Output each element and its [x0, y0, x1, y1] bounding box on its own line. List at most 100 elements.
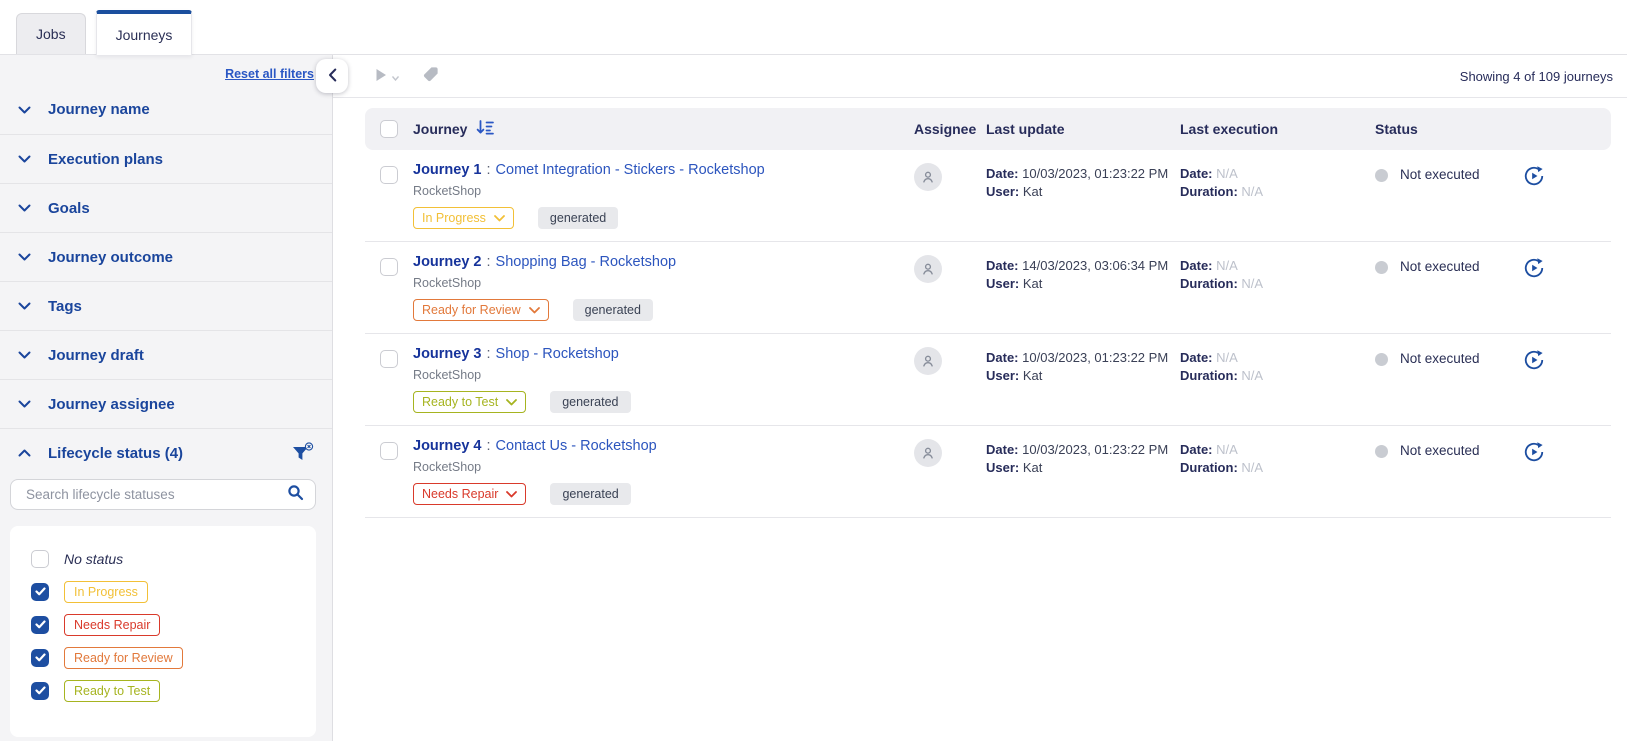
duration-label: Duration: — [1180, 368, 1238, 383]
sidebar-top: Reset all filters — [0, 55, 332, 85]
filter-section-label: Journey name — [48, 101, 150, 118]
journeys-main: Showing 4 of 109 journeys Journey Assign… — [316, 55, 1627, 741]
execution-duration: N/A — [1241, 368, 1264, 383]
user-label: User: — [986, 276, 1020, 291]
column-header-journey[interactable]: Journey — [413, 121, 467, 137]
status-checkbox-in-progress[interactable] — [31, 582, 49, 601]
column-header-last-update: Last update — [986, 121, 1065, 137]
journey-title: Comet Integration - Stickers - Rocketsho… — [495, 162, 765, 178]
tab-bar: Jobs Journeys — [0, 0, 1627, 55]
duration-label: Duration: — [1180, 184, 1238, 199]
search-input[interactable] — [24, 486, 279, 503]
sidebar-item-lifecycle-status[interactable]: Lifecycle status (4) — [0, 428, 332, 477]
status-checkbox-no-status[interactable] — [31, 549, 49, 568]
run-journey-button[interactable] — [1523, 441, 1545, 463]
chevron-up-icon — [18, 449, 31, 457]
status-dot-icon — [1375, 261, 1388, 274]
row-checkbox[interactable] — [380, 350, 398, 368]
status-badge[interactable]: In Progress — [64, 580, 148, 603]
sidebar-item-journey-name[interactable]: Journey name — [0, 85, 332, 134]
collapse-sidebar-button[interactable] — [316, 59, 348, 93]
filter-section-label: Journey outcome — [48, 248, 174, 266]
lifecycle-status-label: Needs Repair — [422, 487, 499, 501]
select-all-checkbox[interactable] — [380, 120, 398, 138]
status-badge[interactable]: Needs Repair — [64, 613, 161, 636]
sidebar-item-journey-draft[interactable]: Journey draft — [0, 330, 332, 379]
update-date: 10/03/2023, 01:23:22 PM — [1022, 442, 1169, 457]
list-item: No status — [10, 542, 316, 575]
duration-label: Duration: — [1180, 460, 1238, 475]
status-dot-icon — [1375, 353, 1388, 366]
sidebar-item-execution-plans[interactable]: Execution plans — [0, 134, 332, 183]
execution-date: N/A — [1216, 258, 1238, 273]
run-journey-button[interactable] — [1523, 349, 1545, 371]
status-badge[interactable]: Ready for Review — [64, 646, 183, 669]
status-label[interactable]: No status — [64, 551, 123, 567]
funnel-clear-icon[interactable] — [291, 442, 314, 464]
list-item: In Progress — [10, 575, 316, 608]
column-header-assignee: Assignee — [914, 121, 977, 137]
sidebar-item-goals[interactable]: Goals — [0, 183, 332, 232]
status-checkbox-needs-repair[interactable] — [31, 615, 49, 634]
sidebar-item-journey-outcome[interactable]: Journey outcome — [0, 232, 332, 281]
execution-duration: N/A — [1241, 184, 1264, 199]
run-selected-button[interactable] — [373, 67, 400, 86]
status-text: Not executed — [1400, 167, 1480, 182]
tag-selected-button[interactable] — [421, 65, 440, 87]
journey-link[interactable]: Journey 1: Comet Integration - Stickers -… — [413, 162, 765, 178]
journey-name: Journey 2 — [413, 254, 482, 270]
chevron-down-icon — [506, 490, 518, 497]
run-journey-button[interactable] — [1523, 257, 1545, 279]
status-text: Not executed — [1400, 351, 1480, 366]
journey-link[interactable]: Journey 4: Contact Us - Rocketshop — [413, 438, 657, 454]
journey-name: Journey 1 — [413, 162, 482, 178]
status-badge[interactable]: Ready to Test — [64, 679, 161, 702]
run-journey-button[interactable] — [1523, 165, 1545, 187]
row-checkbox[interactable] — [380, 166, 398, 184]
table-row: Journey 2: Shopping Bag - Rocketshop Rock… — [365, 242, 1611, 334]
status-dot-icon — [1375, 445, 1388, 458]
filter-section-label: Goals — [48, 199, 90, 217]
sidebar-item-tags[interactable]: Tags — [0, 281, 332, 330]
lifecycle-status-dropdown[interactable]: Ready to Test — [413, 391, 527, 413]
sort-descending-icon[interactable] — [476, 120, 495, 138]
date-label: Date: — [986, 258, 1019, 273]
update-user: Kat — [1022, 368, 1043, 383]
tab-jobs[interactable]: Jobs — [16, 13, 86, 54]
lifecycle-status-dropdown[interactable]: In Progress — [413, 207, 514, 229]
chevron-down-icon — [18, 400, 31, 408]
status-text: Not executed — [1400, 259, 1480, 274]
journey-subtitle: RocketShop — [413, 184, 482, 198]
tab-journeys[interactable]: Journeys — [95, 10, 193, 55]
status-cell: Not executed — [1375, 242, 1515, 274]
sidebar-item-journey-assignee[interactable]: Journey assignee — [0, 379, 332, 428]
duration-label: Duration: — [1180, 276, 1238, 291]
journey-link[interactable]: Journey 2: Shopping Bag - Rocketshop — [413, 254, 676, 270]
execution-date: N/A — [1216, 442, 1238, 457]
filter-section-label: Journey assignee — [48, 395, 175, 413]
execution-date: N/A — [1216, 166, 1238, 181]
status-checkbox-ready-to-test[interactable] — [31, 681, 49, 700]
status-cell: Not executed — [1375, 334, 1515, 366]
row-checkbox[interactable] — [380, 258, 398, 276]
chevron-down-icon — [18, 204, 31, 212]
reset-all-filters-link[interactable]: Reset all filters — [225, 67, 314, 81]
search-icon — [287, 484, 304, 506]
last-update-cell: Date: 10/03/2023, 01:23:22 PM User: Kat — [986, 334, 1180, 385]
column-header-last-execution: Last execution — [1180, 121, 1279, 137]
avatar — [914, 439, 942, 467]
lifecycle-status-dropdown[interactable]: Ready for Review — [413, 299, 549, 321]
journey-link[interactable]: Journey 3: Shop - Rocketshop — [413, 346, 619, 362]
date-label: Date: — [986, 350, 1019, 365]
lifecycle-status-dropdown[interactable]: Needs Repair — [413, 483, 527, 505]
date-label: Date: — [1180, 442, 1213, 457]
update-date: 10/03/2023, 01:23:22 PM — [1022, 350, 1169, 365]
tab-jobs-label: Jobs — [36, 26, 66, 42]
lifecycle-status-label: In Progress — [422, 211, 486, 225]
row-checkbox[interactable] — [380, 442, 398, 460]
status-checkbox-ready-for-review[interactable] — [31, 648, 49, 667]
journey-separator: : — [486, 162, 491, 178]
status-cell: Not executed — [1375, 150, 1515, 182]
journey-subtitle: RocketShop — [413, 368, 482, 382]
date-label: Date: — [1180, 258, 1213, 273]
